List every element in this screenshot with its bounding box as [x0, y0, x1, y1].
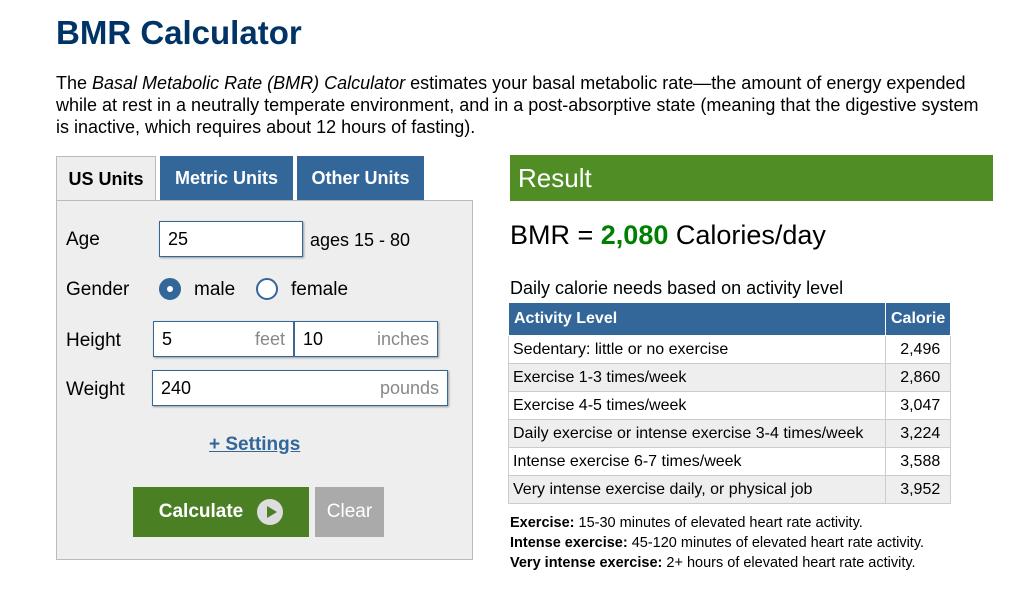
table-row: Exercise 4-5 times/week 3,047 [508, 391, 952, 420]
tab-us-units[interactable]: US Units [56, 156, 156, 201]
height-feet-unit: feet [254, 328, 285, 349]
gender-female-radio[interactable] [256, 278, 278, 300]
height-label: Height [66, 330, 121, 351]
height-inches-unit: inches [376, 328, 429, 349]
gender-male-label[interactable]: male [194, 279, 235, 301]
result-header: Result [510, 155, 993, 201]
gender-female-label[interactable]: female [291, 279, 348, 301]
exercise-definitions: Exercise: 15-30 minutes of elevated hear… [510, 513, 924, 573]
weight-unit: pounds [379, 377, 439, 398]
height-feet-input[interactable]: 5 feet [153, 321, 294, 357]
tab-other-units[interactable]: Other Units [297, 156, 424, 201]
bmr-result: BMR = 2,080 Calories/day [510, 220, 826, 250]
age-hint: ages 15 - 80 [310, 230, 411, 250]
settings-link[interactable]: + Settings [209, 434, 300, 456]
tab-metric-units[interactable]: Metric Units [160, 156, 293, 201]
page-title: BMR Calculator [56, 14, 302, 51]
calculate-button[interactable]: Calculate [133, 487, 309, 537]
note-exercise: Exercise: 15-30 minutes of elevated hear… [510, 515, 863, 531]
bmr-value: 2,080 [600, 220, 669, 250]
weight-label: Weight [66, 379, 125, 400]
note-intense-exercise: Intense exercise: 45-120 minutes of elev… [510, 535, 925, 551]
table-row: Sedentary: little or no exercise 2,496 [508, 335, 952, 364]
table-row: Very intense exercise daily, or physical… [508, 475, 952, 504]
table-row: Exercise 1-3 times/week 2,860 [508, 363, 952, 392]
calorie-needs-heading: Daily calorie needs based on activity le… [510, 278, 844, 298]
height-inches-input[interactable]: 10 inches [294, 321, 438, 357]
age-input[interactable]: 25 [159, 221, 303, 257]
age-label: Age [66, 229, 100, 250]
table-row: Daily exercise or intense exercise 3-4 t… [508, 419, 952, 448]
table-header-activity: Activity Level [508, 302, 886, 336]
table-header-calorie: Calorie [884, 302, 952, 336]
calorie-table: Activity Level Calorie Sedentary: little… [508, 302, 952, 504]
weight-input[interactable]: 240 pounds [152, 370, 448, 406]
note-very-intense-exercise: Very intense exercise: 2+ hours of eleva… [510, 555, 916, 571]
clear-button[interactable]: Clear [315, 487, 384, 537]
table-row: Intense exercise 6-7 times/week 3,588 [508, 447, 952, 476]
intro-italic: Basal Metabolic Rate (BMR) Calculator [92, 73, 406, 93]
gender-male-radio[interactable] [159, 278, 181, 300]
gender-label: Gender [66, 279, 130, 300]
play-arrow-icon [257, 499, 284, 525]
intro-text: The Basal Metabolic Rate (BMR) Calculato… [56, 73, 979, 137]
